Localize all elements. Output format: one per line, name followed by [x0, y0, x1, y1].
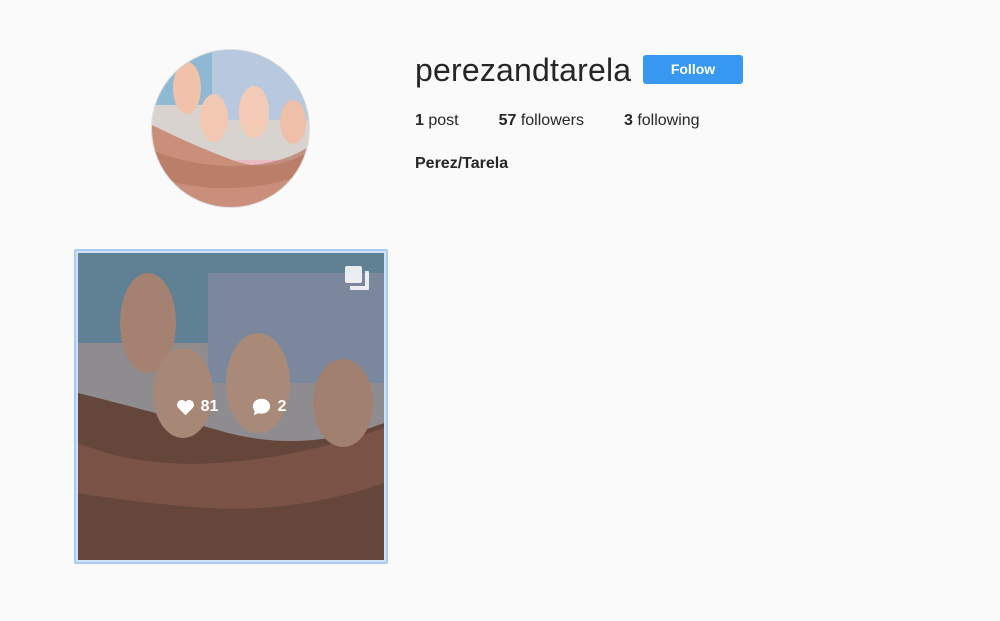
following-label: following: [632, 112, 700, 129]
post-overlay-stats: 81 2: [78, 398, 384, 416]
posts-label: post: [423, 112, 459, 129]
profile-stats: 1 post 57 followers 3 following: [415, 110, 740, 132]
likes-count: 81: [200, 398, 219, 415]
profile-username: perezandtarela: [415, 52, 632, 88]
following-count: 3: [623, 112, 633, 129]
comments-stat: 2: [252, 398, 286, 416]
post-photo: 81 2: [78, 253, 384, 560]
profile-avatar[interactable]: [151, 49, 310, 208]
followers-stat[interactable]: 57 followers: [499, 110, 584, 132]
posts-stat: 1 post: [415, 110, 459, 132]
following-stat[interactable]: 3 following: [624, 110, 700, 132]
comment-icon: [253, 398, 271, 416]
follow-button[interactable]: Follow: [643, 55, 743, 84]
followers-count: 57: [498, 112, 517, 129]
heart-icon: [176, 399, 194, 415]
likes-stat: 81: [176, 398, 219, 416]
posts-count: 1: [415, 112, 424, 129]
followers-label: followers: [516, 112, 584, 129]
post-thumbnail[interactable]: 81 2: [74, 249, 388, 564]
comments-count: 2: [277, 398, 287, 415]
profile-full-name: Perez/Tarela: [415, 155, 509, 172]
carousel-icon: [345, 266, 369, 290]
